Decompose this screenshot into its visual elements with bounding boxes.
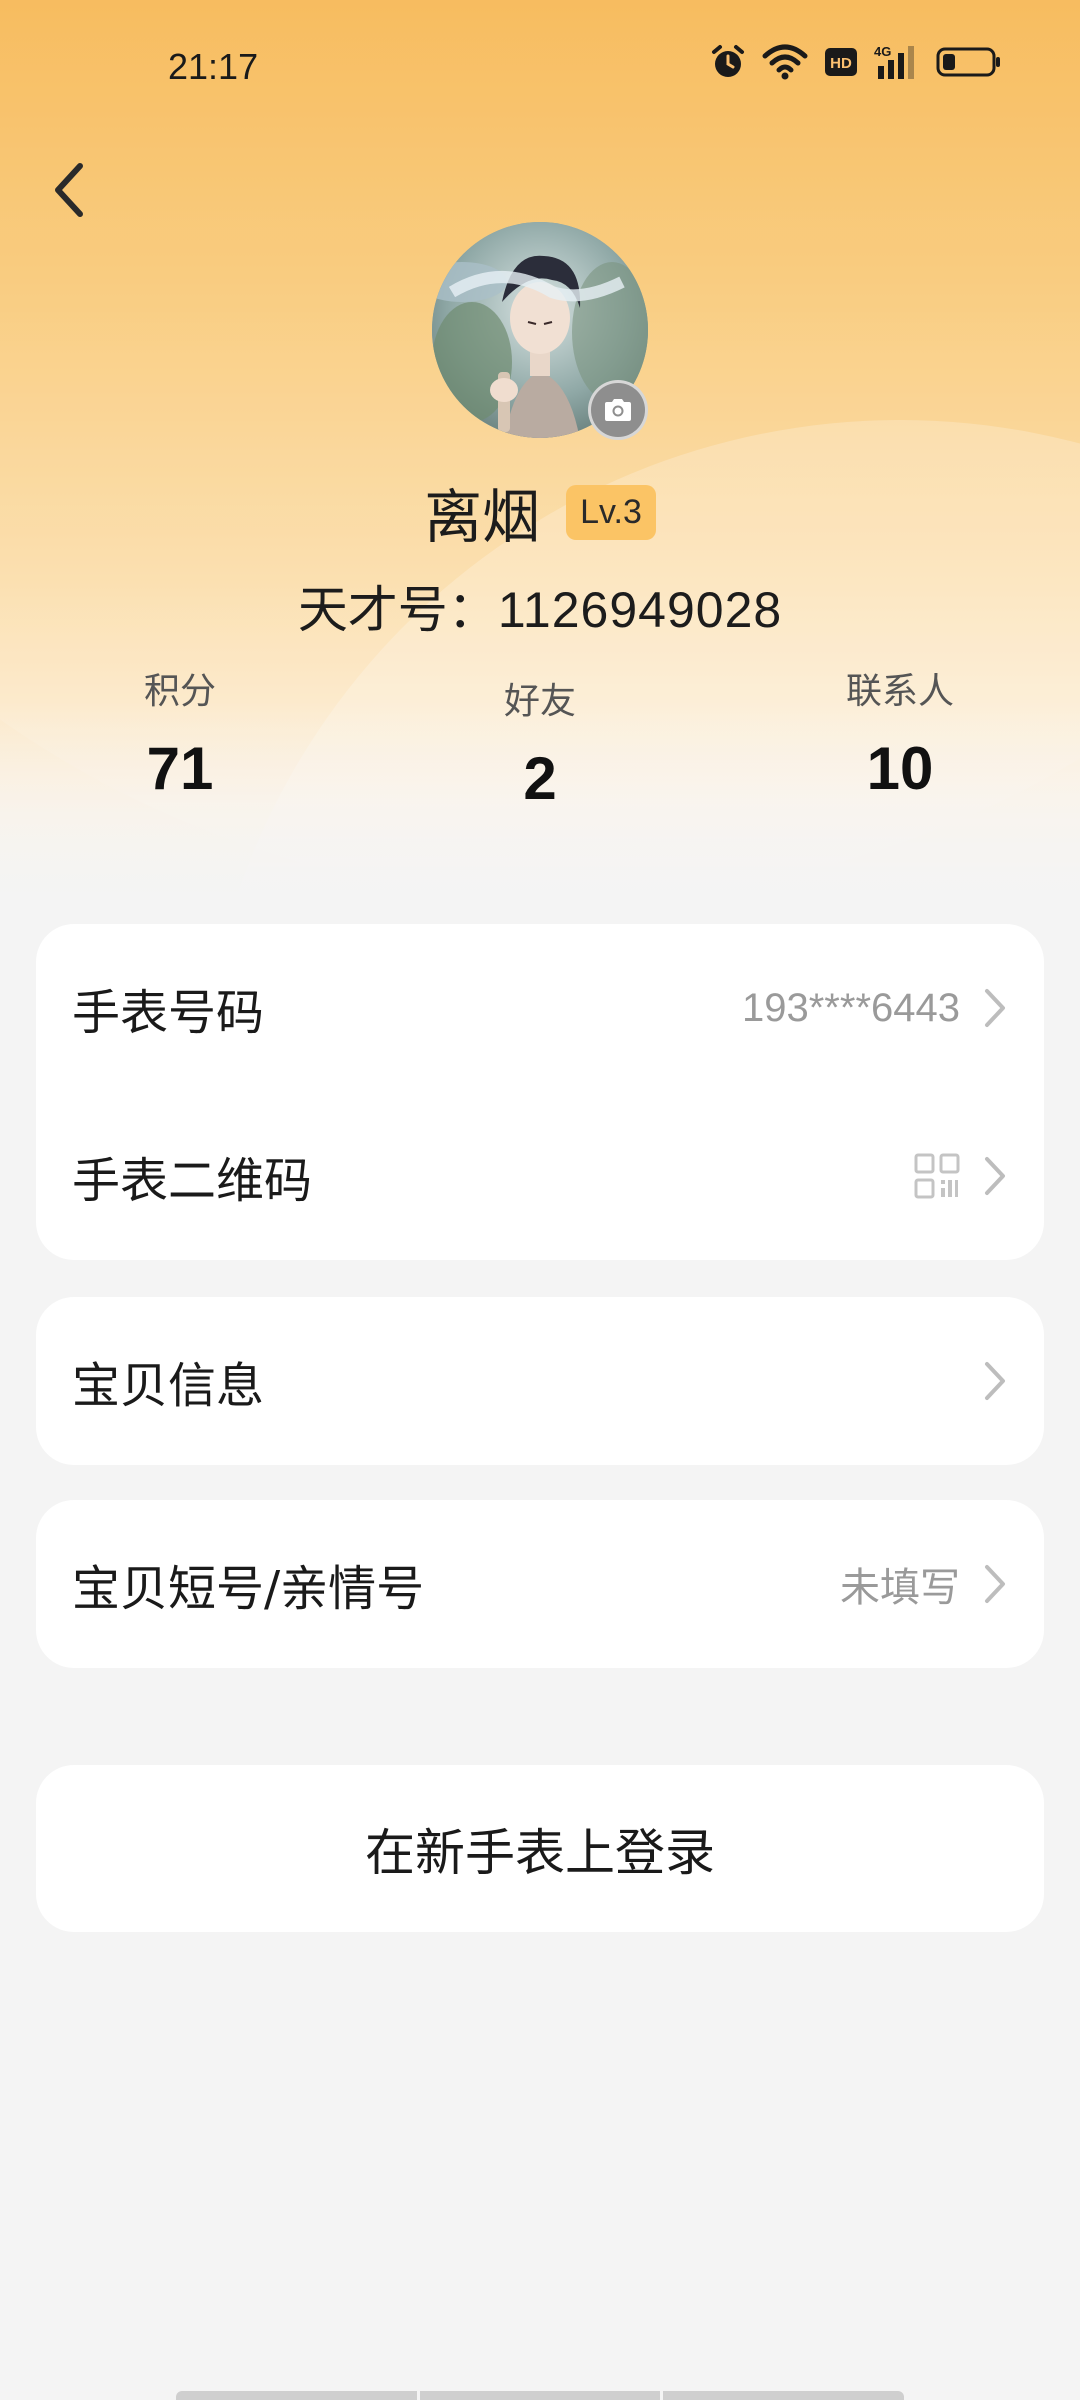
stat-contacts-value: 10 xyxy=(866,735,934,802)
watch-qr-label: 手表二维码 xyxy=(72,1153,313,1209)
chevron-left-icon xyxy=(55,163,83,217)
watch-qr-row[interactable]: 手表二维码 xyxy=(36,1092,1044,1260)
baby-info-card: 宝贝信息 xyxy=(36,1297,1044,1465)
hd-icon: HD xyxy=(824,47,858,77)
stat-points-label: 积分 xyxy=(143,671,216,712)
status-icons: HD 4G xyxy=(710,44,1002,80)
watch-info-card: 手表号码 193****6443 手表二维码 xyxy=(36,924,1044,1260)
battery-icon xyxy=(936,46,1002,78)
short-number-value: 未填写 xyxy=(840,1564,960,1611)
change-avatar-button[interactable] xyxy=(588,380,648,440)
watch-number-row[interactable]: 手表号码 193****6443 xyxy=(36,924,1044,1092)
level-badge: Lv.3 xyxy=(566,484,656,540)
login-on-new-watch-label: 在新手表上登录 xyxy=(365,1823,715,1882)
gesture-bar xyxy=(176,2391,904,2400)
genius-id: 天才号：1126949028 xyxy=(0,570,1080,642)
stat-friends-value: 2 xyxy=(523,745,557,812)
stat-friends[interactable]: 好友 2 xyxy=(410,672,670,813)
status-bar: 21:17 HD 4G xyxy=(0,0,1080,136)
genius-id-number: 1126949028 xyxy=(497,582,783,638)
baby-info-label: 宝贝信息 xyxy=(72,1357,265,1414)
hd-label: HD xyxy=(830,55,852,72)
back-button[interactable] xyxy=(30,150,110,230)
stat-friends-label: 好友 xyxy=(503,681,576,722)
baby-info-row[interactable]: 宝贝信息 xyxy=(36,1297,1044,1464)
stat-contacts[interactable]: 联系人 10 xyxy=(770,662,1030,803)
login-on-new-watch-button[interactable]: 在新手表上登录 xyxy=(36,1765,1044,1932)
stat-points[interactable]: 积分 71 xyxy=(50,662,310,803)
watch-number-value: 193****6443 xyxy=(742,985,960,1030)
network-type: 4G xyxy=(874,44,891,59)
stat-contacts-label: 联系人 xyxy=(845,671,954,712)
qr-code-icon xyxy=(914,1153,960,1199)
stat-points-value: 71 xyxy=(146,735,214,802)
user-name: 离烟 xyxy=(424,483,541,551)
alarm-icon xyxy=(710,44,746,80)
wifi-icon xyxy=(762,44,808,80)
short-number-row[interactable]: 宝贝短号/亲情号 未填写 xyxy=(36,1500,1044,1667)
signal-icon: 4G xyxy=(874,44,920,80)
profile-name-row: 离烟 Lv.3 xyxy=(0,470,1080,554)
chevron-right-icon xyxy=(985,1361,1005,1400)
short-number-label: 宝贝短号/亲情号 xyxy=(72,1560,425,1617)
camera-icon xyxy=(605,399,631,421)
chevron-right-icon xyxy=(985,1564,1005,1603)
genius-id-label: 天才号： xyxy=(297,581,498,639)
short-number-card: 宝贝短号/亲情号 未填写 xyxy=(36,1500,1044,1668)
status-time: 21:17 xyxy=(168,46,259,87)
chevron-right-icon xyxy=(985,989,1005,1027)
watch-number-label: 手表号码 xyxy=(72,985,265,1041)
chevron-right-icon xyxy=(985,1157,1005,1195)
